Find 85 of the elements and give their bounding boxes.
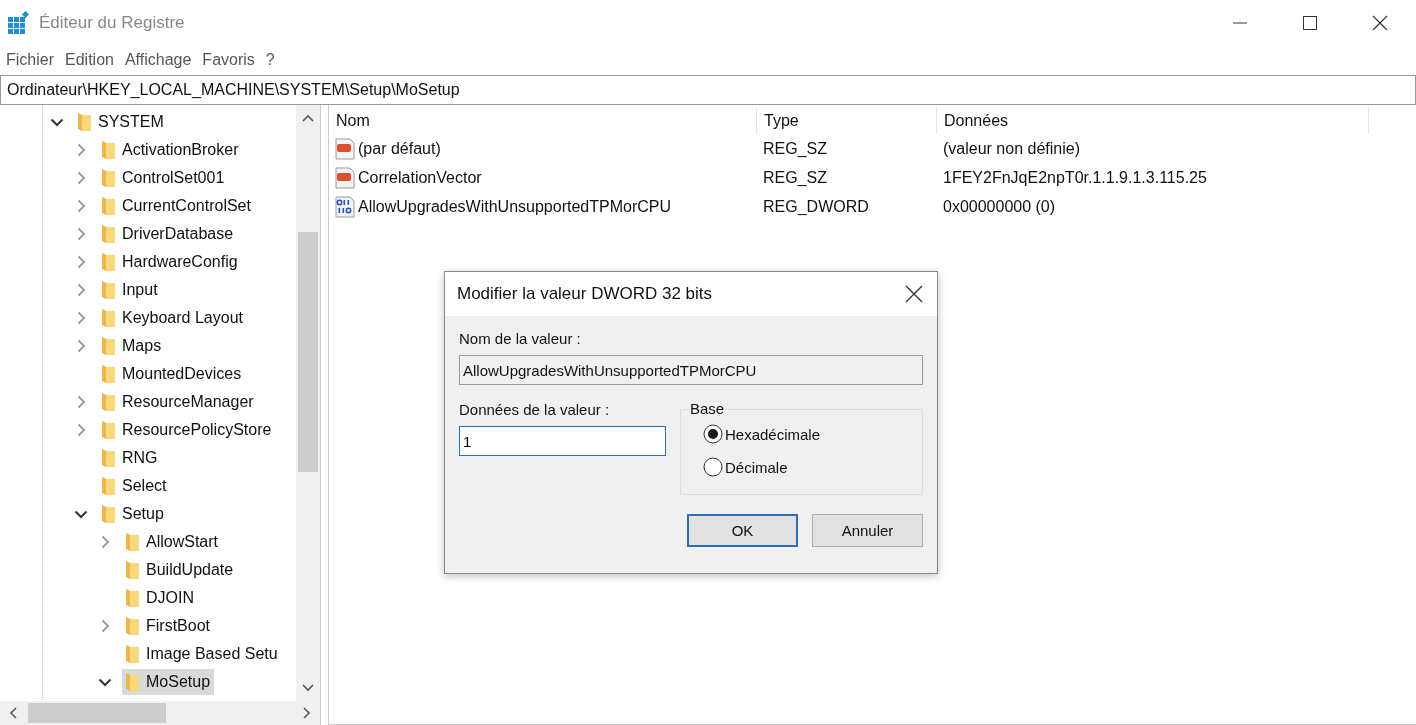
string-value-icon — [334, 137, 356, 160]
horizontal-scrollbar[interactable] — [0, 701, 320, 725]
menu-item[interactable]: ? — [265, 51, 275, 69]
tree-item[interactable]: ResourcePolicyStore — [98, 417, 276, 443]
tree-item[interactable]: Image Based Setu — [122, 641, 282, 667]
tree-item[interactable]: ResourceManager — [98, 389, 258, 415]
window-title: Éditeur du Registre — [39, 12, 185, 33]
address-bar[interactable]: Ordinateur\HKEY_LOCAL_MACHINE\SYSTEM\Setup\MoSetup — [0, 75, 1416, 105]
folder-icon — [100, 280, 116, 300]
scroll-right-icon[interactable] — [302, 706, 312, 720]
folder-icon — [100, 168, 116, 188]
tree-item[interactable]: BuildUpdate — [122, 557, 238, 583]
scroll-down-icon[interactable] — [301, 683, 315, 693]
value-data: 1FEY2FnJqE2npT0r.1.1.9.1.3.115.25 — [942, 168, 1208, 187]
menu-item[interactable]: Edition — [65, 51, 114, 69]
tree-item[interactable]: Keyboard Layout — [98, 305, 247, 331]
tree-item[interactable]: Maps — [98, 333, 166, 359]
value-name-field[interactable]: AllowUpgradesWithUnsupportedTPMorCPU — [459, 355, 923, 385]
tree-item[interactable]: FirstBoot — [122, 613, 214, 639]
folder-icon — [100, 196, 116, 216]
menu-item[interactable]: Favoris — [202, 51, 255, 69]
scroll-up-icon[interactable] — [301, 113, 315, 123]
value-data-field[interactable]: 1 — [459, 426, 666, 456]
tree-item[interactable]: Input — [98, 277, 162, 303]
value-type: REG_SZ — [762, 139, 828, 158]
field-label: Nom de la valeur : — [459, 330, 582, 347]
column-header[interactable]: Données — [937, 108, 1369, 134]
tree-item[interactable]: ActivationBroker — [98, 137, 243, 163]
tree-item[interactable]: HardwareConfig — [98, 249, 242, 275]
maximize-icon[interactable] — [1302, 14, 1318, 31]
folder-icon — [100, 392, 116, 412]
column-header[interactable]: Type — [757, 108, 937, 134]
tree-item[interactable]: ControlSet001 — [98, 165, 229, 191]
folder-icon — [124, 672, 140, 692]
tree-item[interactable]: DJOIN — [122, 585, 198, 611]
radio-option[interactable]: Hexadécimale — [703, 424, 821, 444]
folder-icon — [124, 532, 140, 552]
radio-button-icon[interactable] — [703, 457, 723, 477]
folder-icon — [100, 140, 116, 160]
value-name[interactable]: (par défaut) — [358, 139, 441, 158]
folder-icon — [100, 420, 116, 440]
value-data: (valeur non définie) — [942, 139, 1081, 158]
value-data: 0x00000000 (0) — [942, 197, 1057, 216]
tree-item[interactable]: Select — [98, 473, 171, 499]
folder-icon — [100, 336, 116, 356]
folder-icon — [124, 588, 140, 608]
value-type: REG_DWORD — [762, 197, 870, 216]
folder-icon — [124, 644, 140, 664]
folder-icon — [76, 112, 92, 132]
tree-item[interactable]: DriverDatabase — [98, 221, 238, 247]
folder-icon — [100, 504, 116, 524]
tree-item[interactable]: CurrentControlSet — [98, 193, 255, 219]
string-value-icon — [334, 166, 356, 189]
value-name[interactable]: AllowUpgradesWithUnsupportedTPMorCPU — [358, 197, 671, 216]
scroll-left-icon[interactable] — [8, 706, 18, 720]
tree-item[interactable]: RNG — [98, 445, 162, 471]
dialog-button[interactable]: Annuler — [812, 514, 923, 547]
column-header[interactable]: Nom — [329, 108, 757, 134]
radio-button-icon[interactable] — [703, 424, 723, 444]
dialog-title: Modifier la valeur DWORD 32 bits — [457, 284, 713, 304]
dialog-button[interactable]: OK — [687, 514, 798, 547]
folder-icon — [100, 476, 116, 496]
vertical-scrollbar[interactable] — [296, 105, 320, 701]
tree-item[interactable]: MountedDevices — [98, 361, 246, 387]
value-type: REG_SZ — [762, 168, 828, 187]
binary-value-icon — [334, 195, 356, 218]
radio-option[interactable]: Décimale — [703, 457, 788, 477]
close-icon[interactable] — [1372, 14, 1388, 31]
menu-item[interactable]: Affichage — [124, 51, 192, 69]
folder-icon — [124, 560, 140, 580]
folder-icon — [100, 364, 116, 384]
tree-item[interactable]: SYSTEM — [74, 109, 168, 135]
tree-item[interactable]: AllowStart — [122, 529, 223, 555]
folder-icon — [124, 616, 140, 636]
close-icon[interactable] — [905, 285, 923, 303]
folder-icon — [100, 448, 116, 468]
tree-item[interactable]: Setup — [98, 501, 168, 527]
folder-icon — [100, 224, 116, 244]
folder-icon — [100, 308, 116, 328]
folder-icon — [100, 252, 116, 272]
field-label: Données de la valeur : — [459, 401, 611, 418]
tree-item[interactable]: MoSetup — [122, 669, 215, 695]
menu-item[interactable]: Fichier — [6, 51, 54, 69]
registry-app-icon — [7, 10, 31, 35]
value-name[interactable]: CorrelationVector — [358, 168, 482, 187]
